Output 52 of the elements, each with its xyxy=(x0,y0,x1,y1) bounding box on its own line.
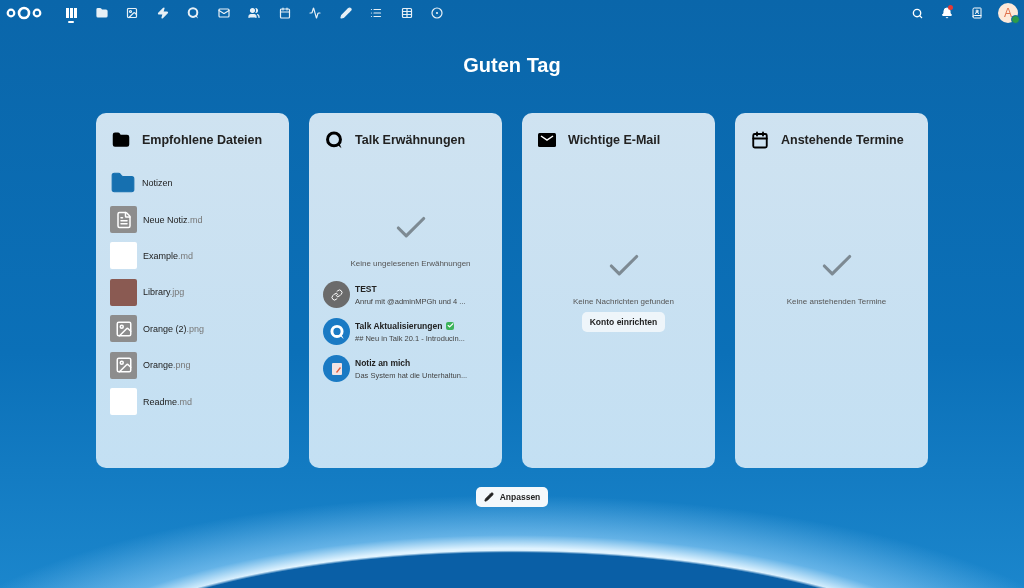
setup-account-button[interactable]: Konto einrichten xyxy=(581,312,666,332)
contact-book-icon xyxy=(971,7,983,19)
calendar-icon xyxy=(278,7,291,19)
bell-icon xyxy=(941,7,953,19)
file-name[interactable]: Notizen xyxy=(142,178,173,189)
file-name[interactable]: Orange.png xyxy=(143,360,191,371)
text-file-icon xyxy=(110,206,137,234)
document-thumbnail xyxy=(110,388,137,416)
chart-line-icon xyxy=(309,7,322,19)
contacts-icon xyxy=(248,7,261,19)
lightning-icon xyxy=(156,7,169,19)
document-thumbnail xyxy=(110,242,137,270)
empty-message: Keine ungelesenen Erwähnungen xyxy=(350,259,471,268)
conversation-name[interactable]: Notiz an mich xyxy=(355,357,411,368)
table-icon xyxy=(400,7,413,19)
list-icon xyxy=(370,7,383,19)
empty-message: Keine anstehenden Termine xyxy=(786,297,887,306)
conversation-name[interactable]: Talk Aktualisierungen xyxy=(355,320,443,331)
calendar-icon xyxy=(751,131,769,149)
image-file-icon xyxy=(110,315,137,343)
file-name[interactable]: Readme.md xyxy=(143,396,193,407)
talk-avatar xyxy=(323,318,350,345)
empty-message: Keine Nachrichten gefunden xyxy=(573,297,674,306)
file-name[interactable]: Example.md xyxy=(143,250,194,261)
file-name[interactable]: Orange (2).png xyxy=(143,323,205,334)
circle-dot-icon xyxy=(431,7,444,19)
search-icon xyxy=(911,7,923,19)
talk-icon xyxy=(187,7,200,19)
dashboard-icon xyxy=(65,8,77,18)
folder-icon xyxy=(95,7,108,19)
widget-title: Wichtige E-Mail xyxy=(568,133,661,147)
photo-placeholder xyxy=(110,278,137,306)
active-indicator xyxy=(68,21,75,23)
note-avatar xyxy=(323,355,350,382)
link-avatar xyxy=(323,281,350,308)
image-icon xyxy=(126,7,139,19)
logo-icon[interactable] xyxy=(6,6,42,20)
widget-title: Anstehende Termine xyxy=(781,133,904,147)
file-name[interactable]: Neue Notiz.md xyxy=(143,214,203,225)
talk-icon xyxy=(325,131,343,149)
greeting: Guten Tag xyxy=(463,54,561,78)
mail-icon xyxy=(538,133,556,147)
widget-title: Empfohlene Dateien xyxy=(142,133,263,147)
widget-title: Talk Erwähnungen xyxy=(355,133,466,147)
folder-icon xyxy=(112,131,130,149)
file-name[interactable]: Library.jpg xyxy=(143,287,185,298)
mail-icon xyxy=(217,7,230,19)
conversation-name[interactable]: TEST xyxy=(355,283,377,294)
image-file-icon xyxy=(110,351,137,379)
pencil-icon xyxy=(339,7,352,19)
pencil-icon xyxy=(483,492,494,502)
customize-button[interactable]: Anpassen xyxy=(475,487,549,507)
